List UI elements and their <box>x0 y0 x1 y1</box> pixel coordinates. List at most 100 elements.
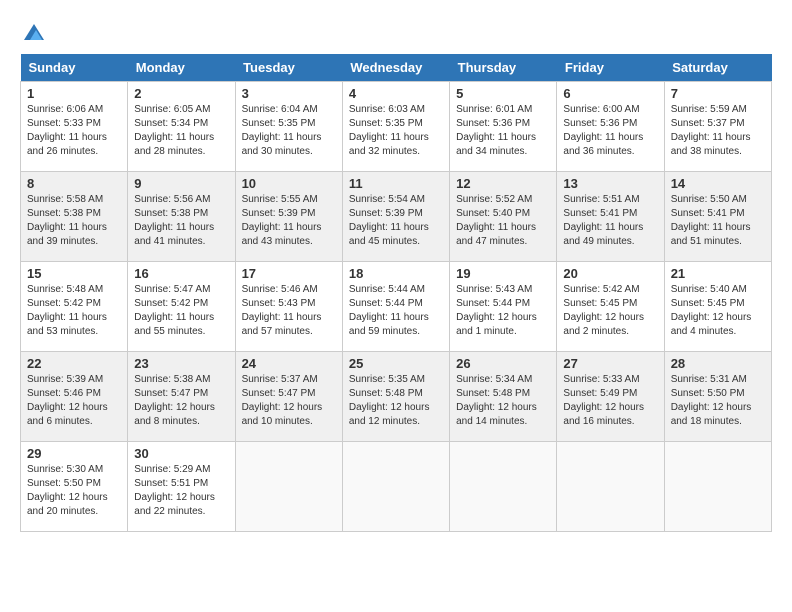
calendar-cell: 1 Sunrise: 6:06 AM Sunset: 5:33 PM Daylig… <box>21 82 128 172</box>
day-info: Sunrise: 5:39 AM Sunset: 5:46 PM Dayligh… <box>27 373 121 429</box>
calendar-cell: 24Sunrise: 5:37 AM Sunset: 5:47 PM Dayli… <box>235 352 342 442</box>
day-number: 24 <box>242 356 336 371</box>
calendar-cell: 8 Sunrise: 5:58 AM Sunset: 5:38 PM Daylig… <box>21 172 128 262</box>
day-info: Sunrise: 6:01 AM Sunset: 5:36 PM Dayligh… <box>456 103 550 159</box>
day-info: Sunrise: 5:59 AM Sunset: 5:37 PM Dayligh… <box>671 103 765 159</box>
day-number: 19 <box>456 266 550 281</box>
calendar-header-tuesday: Tuesday <box>235 54 342 82</box>
calendar-cell <box>342 442 449 532</box>
calendar-table: SundayMondayTuesdayWednesdayThursdayFrid… <box>20 54 772 532</box>
calendar-header-wednesday: Wednesday <box>342 54 449 82</box>
calendar-cell <box>450 442 557 532</box>
day-info: Sunrise: 5:52 AM Sunset: 5:40 PM Dayligh… <box>456 193 550 249</box>
day-info: Sunrise: 5:29 AM Sunset: 5:51 PM Dayligh… <box>134 463 228 519</box>
day-number: 1 <box>27 86 121 101</box>
calendar-cell: 30Sunrise: 5:29 AM Sunset: 5:51 PM Dayli… <box>128 442 235 532</box>
day-number: 25 <box>349 356 443 371</box>
day-info: Sunrise: 5:35 AM Sunset: 5:48 PM Dayligh… <box>349 373 443 429</box>
calendar-cell: 2 Sunrise: 6:05 AM Sunset: 5:34 PM Daylig… <box>128 82 235 172</box>
day-info: Sunrise: 5:51 AM Sunset: 5:41 PM Dayligh… <box>563 193 657 249</box>
calendar-cell: 27 Sunrise: 5:33 AM Sunset: 5:49 PM Dayli… <box>557 352 664 442</box>
day-info: Sunrise: 5:42 AM Sunset: 5:45 PM Dayligh… <box>563 283 657 339</box>
calendar-cell: 14 Sunrise: 5:50 AM Sunset: 5:41 PM Dayli… <box>664 172 771 262</box>
day-info: Sunrise: 5:55 AM Sunset: 5:39 PM Dayligh… <box>242 193 336 249</box>
calendar-header-saturday: Saturday <box>664 54 771 82</box>
day-info: Sunrise: 6:03 AM Sunset: 5:35 PM Dayligh… <box>349 103 443 159</box>
calendar-header-sunday: Sunday <box>21 54 128 82</box>
day-info: Sunrise: 5:30 AM Sunset: 5:50 PM Dayligh… <box>27 463 121 519</box>
day-info: Sunrise: 6:05 AM Sunset: 5:34 PM Dayligh… <box>134 103 228 159</box>
day-info: Sunrise: 5:40 AM Sunset: 5:45 PM Dayligh… <box>671 283 765 339</box>
day-info: Sunrise: 5:56 AM Sunset: 5:38 PM Dayligh… <box>134 193 228 249</box>
day-number: 2 <box>134 86 228 101</box>
calendar-week-3: 15Sunrise: 5:48 AM Sunset: 5:42 PM Dayli… <box>21 262 772 352</box>
day-number: 8 <box>27 176 121 191</box>
day-number: 26 <box>456 356 550 371</box>
calendar-header-row: SundayMondayTuesdayWednesdayThursdayFrid… <box>21 54 772 82</box>
calendar-cell: 19Sunrise: 5:43 AM Sunset: 5:44 PM Dayli… <box>450 262 557 352</box>
day-info: Sunrise: 6:04 AM Sunset: 5:35 PM Dayligh… <box>242 103 336 159</box>
logo <box>20 20 46 44</box>
calendar-cell: 18 Sunrise: 5:44 AM Sunset: 5:44 PM Dayli… <box>342 262 449 352</box>
calendar-cell: 11Sunrise: 5:54 AM Sunset: 5:39 PM Dayli… <box>342 172 449 262</box>
day-number: 17 <box>242 266 336 281</box>
day-info: Sunrise: 5:50 AM Sunset: 5:41 PM Dayligh… <box>671 193 765 249</box>
calendar-week-2: 8 Sunrise: 5:58 AM Sunset: 5:38 PM Daylig… <box>21 172 772 262</box>
logo-icon <box>22 20 46 44</box>
calendar-header-friday: Friday <box>557 54 664 82</box>
day-number: 20 <box>563 266 657 281</box>
calendar-header-thursday: Thursday <box>450 54 557 82</box>
day-number: 10 <box>242 176 336 191</box>
calendar-cell: 26 Sunrise: 5:34 AM Sunset: 5:48 PM Dayli… <box>450 352 557 442</box>
day-info: Sunrise: 5:31 AM Sunset: 5:50 PM Dayligh… <box>671 373 765 429</box>
calendar-cell: 16 Sunrise: 5:47 AM Sunset: 5:42 PM Dayli… <box>128 262 235 352</box>
calendar-cell: 9 Sunrise: 5:56 AM Sunset: 5:38 PM Daylig… <box>128 172 235 262</box>
calendar-cell: 15Sunrise: 5:48 AM Sunset: 5:42 PM Dayli… <box>21 262 128 352</box>
calendar-cell: 10 Sunrise: 5:55 AM Sunset: 5:39 PM Dayli… <box>235 172 342 262</box>
day-number: 16 <box>134 266 228 281</box>
day-number: 14 <box>671 176 765 191</box>
day-info: Sunrise: 5:33 AM Sunset: 5:49 PM Dayligh… <box>563 373 657 429</box>
day-number: 7 <box>671 86 765 101</box>
day-number: 3 <box>242 86 336 101</box>
calendar-cell <box>664 442 771 532</box>
day-info: Sunrise: 5:44 AM Sunset: 5:44 PM Dayligh… <box>349 283 443 339</box>
day-number: 4 <box>349 86 443 101</box>
day-info: Sunrise: 5:58 AM Sunset: 5:38 PM Dayligh… <box>27 193 121 249</box>
calendar-cell: 25 Sunrise: 5:35 AM Sunset: 5:48 PM Dayli… <box>342 352 449 442</box>
day-number: 27 <box>563 356 657 371</box>
calendar-cell: 28 Sunrise: 5:31 AM Sunset: 5:50 PM Dayli… <box>664 352 771 442</box>
calendar-cell: 23 Sunrise: 5:38 AM Sunset: 5:47 PM Dayli… <box>128 352 235 442</box>
day-info: Sunrise: 6:06 AM Sunset: 5:33 PM Dayligh… <box>27 103 121 159</box>
day-number: 9 <box>134 176 228 191</box>
day-number: 13 <box>563 176 657 191</box>
day-info: Sunrise: 5:34 AM Sunset: 5:48 PM Dayligh… <box>456 373 550 429</box>
calendar-cell: 7 Sunrise: 5:59 AM Sunset: 5:37 PM Daylig… <box>664 82 771 172</box>
calendar-week-5: 29 Sunrise: 5:30 AM Sunset: 5:50 PM Dayli… <box>21 442 772 532</box>
calendar-cell: 6 Sunrise: 6:00 AM Sunset: 5:36 PM Daylig… <box>557 82 664 172</box>
day-number: 29 <box>27 446 121 461</box>
calendar-cell <box>235 442 342 532</box>
calendar-cell <box>557 442 664 532</box>
day-info: Sunrise: 5:46 AM Sunset: 5:43 PM Dayligh… <box>242 283 336 339</box>
calendar-header-monday: Monday <box>128 54 235 82</box>
calendar-cell: 21 Sunrise: 5:40 AM Sunset: 5:45 PM Dayli… <box>664 262 771 352</box>
day-info: Sunrise: 5:47 AM Sunset: 5:42 PM Dayligh… <box>134 283 228 339</box>
calendar-cell: 17 Sunrise: 5:46 AM Sunset: 5:43 PM Dayli… <box>235 262 342 352</box>
day-info: Sunrise: 5:38 AM Sunset: 5:47 PM Dayligh… <box>134 373 228 429</box>
day-number: 6 <box>563 86 657 101</box>
day-number: 18 <box>349 266 443 281</box>
calendar-cell: 12Sunrise: 5:52 AM Sunset: 5:40 PM Dayli… <box>450 172 557 262</box>
calendar-cell: 4 Sunrise: 6:03 AM Sunset: 5:35 PM Daylig… <box>342 82 449 172</box>
day-number: 23 <box>134 356 228 371</box>
day-number: 28 <box>671 356 765 371</box>
calendar-cell: 5Sunrise: 6:01 AM Sunset: 5:36 PM Daylig… <box>450 82 557 172</box>
day-number: 21 <box>671 266 765 281</box>
day-info: Sunrise: 6:00 AM Sunset: 5:36 PM Dayligh… <box>563 103 657 159</box>
header <box>20 20 772 44</box>
calendar-cell: 20 Sunrise: 5:42 AM Sunset: 5:45 PM Dayli… <box>557 262 664 352</box>
calendar-cell: 3 Sunrise: 6:04 AM Sunset: 5:35 PM Daylig… <box>235 82 342 172</box>
day-number: 11 <box>349 176 443 191</box>
day-info: Sunrise: 5:48 AM Sunset: 5:42 PM Dayligh… <box>27 283 121 339</box>
calendar-cell: 13 Sunrise: 5:51 AM Sunset: 5:41 PM Dayli… <box>557 172 664 262</box>
